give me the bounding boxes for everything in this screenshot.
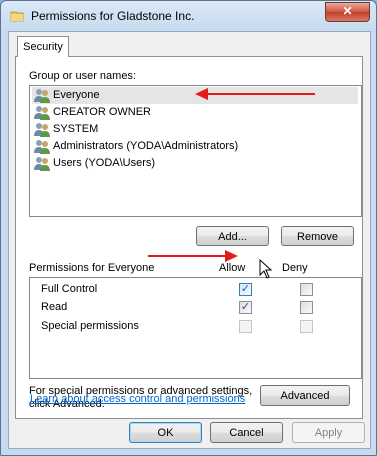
close-button[interactable]: ✕ — [325, 2, 370, 22]
list-item-label: Users (YODA\Users) — [53, 157, 156, 169]
users-icon — [34, 123, 50, 137]
right-arrow-icon — [148, 250, 238, 262]
deny-header: Deny — [282, 262, 308, 274]
full-control-deny-checkbox[interactable] — [300, 283, 313, 296]
special-deny-checkbox — [300, 320, 313, 333]
left-arrow-icon — [195, 88, 315, 100]
special-allow-checkbox — [239, 320, 252, 333]
learn-more-link[interactable]: Learn about access control and permissio… — [30, 393, 245, 405]
apply-button[interactable]: Apply — [292, 422, 365, 443]
full-control-allow-checkbox[interactable]: ✓ — [239, 283, 252, 296]
add-button[interactable]: Add... — [196, 226, 269, 246]
security-tab-panel: Group or user names: Everyone CREATOR OW… — [15, 56, 363, 419]
list-item-label: SYSTEM — [53, 123, 99, 135]
remove-button[interactable]: Remove — [281, 226, 354, 246]
list-item-label: Administrators (YODA\Administrators) — [53, 140, 239, 152]
permissions-list: Full Control ✓ Read ✓ Special permission… — [29, 277, 362, 379]
cancel-button[interactable]: Cancel — [210, 422, 283, 443]
users-icon — [34, 157, 50, 171]
window-title: Permissions for Gladstone Inc. — [31, 9, 195, 23]
read-allow-checkbox[interactable]: ✓ — [239, 301, 252, 314]
checkmark-icon: ✓ — [240, 283, 251, 295]
permissions-dialog: Permissions for Gladstone Inc. ✕ Securit… — [0, 0, 377, 456]
allow-header: Allow — [219, 262, 246, 274]
mouse-cursor-icon — [259, 259, 273, 279]
title-bar[interactable]: Permissions for Gladstone Inc. ✕ — [1, 1, 376, 31]
list-item-system[interactable]: SYSTEM — [32, 121, 358, 138]
permission-name: Special permissions — [41, 320, 139, 332]
list-item-label: CREATOR OWNER — [53, 106, 151, 118]
permission-name: Read — [41, 301, 68, 313]
users-icon — [34, 140, 50, 154]
permission-name: Full Control — [41, 283, 98, 295]
list-item-creator-owner[interactable]: CREATOR OWNER — [32, 104, 358, 121]
users-icon — [34, 106, 50, 120]
list-item-administrators[interactable]: Administrators (YODA\Administrators) — [32, 138, 358, 155]
users-icon — [34, 89, 50, 103]
read-deny-checkbox[interactable] — [300, 301, 313, 314]
ok-button[interactable]: OK — [129, 422, 202, 443]
list-item-users[interactable]: Users (YODA\Users) — [32, 155, 358, 172]
group-user-list[interactable]: Everyone CREATOR OWNER SYSTEM Administra… — [29, 85, 362, 217]
advanced-button[interactable]: Advanced — [260, 385, 350, 406]
tab-security[interactable]: Security — [17, 36, 69, 57]
close-icon: ✕ — [342, 4, 353, 18]
folder-icon — [10, 11, 24, 22]
checkmark-icon: ✓ — [240, 301, 251, 313]
group-names-label: Group or user names: — [29, 70, 136, 82]
list-item-label: Everyone — [53, 89, 100, 101]
permissions-label: Permissions for Everyone — [29, 262, 155, 274]
